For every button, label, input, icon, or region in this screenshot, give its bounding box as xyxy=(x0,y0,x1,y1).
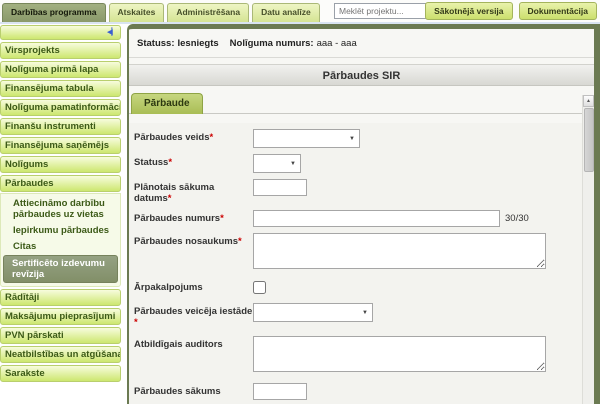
field-parbaudes-nosaukums: Pārbaudes nosaukums* xyxy=(134,233,582,269)
sidebar-item-pvn-parskati[interactable]: PVN pārskati xyxy=(0,327,121,344)
required-marker: * xyxy=(168,193,172,204)
form-tab-strip: Pārbaude xyxy=(129,93,594,114)
required-marker: * xyxy=(210,132,214,143)
field-statuss: Statuss* ▼ xyxy=(134,154,582,173)
tab-administresana[interactable]: Administrēšana xyxy=(167,3,249,22)
tab-atskaites[interactable]: Atskaites xyxy=(109,3,165,22)
sidebar-item-virsprojekts[interactable]: Virsprojekts xyxy=(0,42,121,59)
sidebar-item-raditaji[interactable]: Rādītāji xyxy=(0,289,121,306)
sidebar-item-neatbilstibas-un-atgusana[interactable]: Neatbilstības un atgūšana xyxy=(0,346,121,363)
field-parbaudes-sakums: Pārbaudes sākums xyxy=(134,383,582,400)
page-title: Pārbaudes SIR xyxy=(129,64,594,86)
scroll-up-button[interactable]: ▲ xyxy=(583,95,594,107)
sidebar: ◀▏ Virsprojekts Nolīguma pirmā lapa Fina… xyxy=(0,25,122,382)
sidebar-collapse-button[interactable]: ◀▏ xyxy=(0,25,121,40)
dropdown-arrow-icon: ▼ xyxy=(349,136,355,142)
parbaudes-veids-select[interactable]: ▼ xyxy=(253,129,360,148)
sidebar-item-finansejuma-tabula[interactable]: Finansējuma tabula xyxy=(0,80,121,97)
dropdown-arrow-icon: ▼ xyxy=(290,161,296,167)
field-label: Pārbaudes numurs xyxy=(134,213,220,224)
field-parbaudes-veiceja-iestade: Pārbaudes veicēja iestāde * ▼ xyxy=(134,303,582,328)
field-arpakalpojums: Ārpakalpojums xyxy=(134,279,582,294)
field-parbaudes-veids: Pārbaudes veids* ▼ xyxy=(134,129,582,148)
field-label: Pārbaudes nosaukums xyxy=(134,236,238,247)
vertical-scrollbar[interactable]: ▲ xyxy=(582,95,594,404)
required-marker: * xyxy=(168,157,172,168)
field-label: Atbildīgais auditors xyxy=(134,339,223,350)
sidebar-item-finansejuma-sanemejs[interactable]: Finansējuma saņēmējs xyxy=(0,137,121,154)
documentation-button[interactable]: Dokumentācija xyxy=(519,2,597,20)
required-marker: * xyxy=(238,236,242,247)
char-counter: 30/30 xyxy=(505,213,529,224)
up-arrow-icon: ▲ xyxy=(586,98,591,104)
main-panel: Statuss:Iesniegts Nolīguma numurs:aaa - a… xyxy=(127,24,600,404)
field-label: Pārbaudes sākums xyxy=(134,386,221,397)
sidebar-subitem-citas[interactable]: Citas xyxy=(1,238,120,254)
field-label: Pārbaudes veicēja iestāde xyxy=(134,306,252,317)
field-atbildigais-auditors: Atbildīgais auditors xyxy=(134,336,582,372)
scrollbar-thumb[interactable] xyxy=(584,108,594,172)
tab-darbibas-programma[interactable]: Darbības programma xyxy=(2,3,106,22)
tab-parbaude[interactable]: Pārbaude xyxy=(131,93,203,114)
field-planotais-sakuma-datums: Plānotais sākuma datums* xyxy=(134,179,582,204)
sidebar-item-finansu-instrumenti[interactable]: Finanšu instrumenti xyxy=(0,118,121,135)
sidebar-parbaudes-submenu: Attiecināmo darbību pārbaudes uz vietas … xyxy=(0,193,121,287)
top-buttons: Sākotnējā versija Dokumentācija xyxy=(425,2,597,20)
sidebar-item-sarakste[interactable]: Sarakste xyxy=(0,365,121,382)
field-label: Ārpakalpojums xyxy=(134,282,203,293)
required-marker: * xyxy=(134,317,138,328)
contract-number-label: Nolīguma numurs: xyxy=(230,38,314,49)
sidebar-subitem-attiecinamo-darbibu[interactable]: Attiecināmo darbību pārbaudes uz vietas xyxy=(1,195,120,222)
parbaude-form: Pārbaudes veids* ▼ Statuss* ▼ Plānotais … xyxy=(129,123,582,404)
statuss-select[interactable]: ▼ xyxy=(253,154,301,173)
parbaudes-nosaukums-textarea[interactable] xyxy=(253,233,546,269)
tab-datu-analize[interactable]: Datu analīze xyxy=(252,3,320,22)
atbildigais-auditors-textarea[interactable] xyxy=(253,336,546,372)
sidebar-item-noligums[interactable]: Nolīgums xyxy=(0,156,121,173)
field-parbaudes-numurs: Pārbaudes numurs* 30/30 xyxy=(134,210,582,227)
top-navigation: Darbības programma Atskaites Administrēš… xyxy=(0,0,600,24)
sidebar-subitem-iepirkumu-parbaudes[interactable]: Iepirkumu pārbaudes xyxy=(1,222,120,238)
field-label: Plānotais sākuma datums xyxy=(134,182,214,204)
field-label: Pārbaudes veids xyxy=(134,132,210,143)
required-marker: * xyxy=(220,213,224,224)
parbaudes-numurs-input[interactable] xyxy=(253,210,500,227)
sidebar-item-noliguma-pirma-lapa[interactable]: Nolīguma pirmā lapa xyxy=(0,61,121,78)
arpakalpojums-checkbox[interactable] xyxy=(253,281,266,294)
parbaudes-veiceja-iestade-select[interactable]: ▼ xyxy=(253,303,373,322)
dropdown-arrow-icon: ▼ xyxy=(362,310,368,316)
parbaudes-sakums-input[interactable] xyxy=(253,383,307,400)
collapse-sidebar-icon: ◀▏ xyxy=(107,28,116,37)
status-value: Iesniegts xyxy=(177,38,218,49)
sidebar-item-parbaudes[interactable]: Pārbaudes xyxy=(0,175,121,192)
sidebar-item-maksajumu-pieprasijumi[interactable]: Maksājumu pieprasījumi xyxy=(0,308,121,325)
sidebar-item-noliguma-pamatinformacija[interactable]: Nolīguma pamatinformācija xyxy=(0,99,121,116)
original-version-button[interactable]: Sākotnējā versija xyxy=(425,2,512,20)
sidebar-subitem-sertificeto-izdevumu-revizija[interactable]: Sertificēto izdevumu revīzija xyxy=(3,255,118,283)
planotais-sakuma-datums-input[interactable] xyxy=(253,179,307,196)
status-bar: Statuss:Iesniegts Nolīguma numurs:aaa - a… xyxy=(129,29,594,58)
status-label: Statuss: xyxy=(137,38,174,49)
contract-number-value: aaa - aaa xyxy=(317,38,357,49)
field-label: Statuss xyxy=(134,157,168,168)
